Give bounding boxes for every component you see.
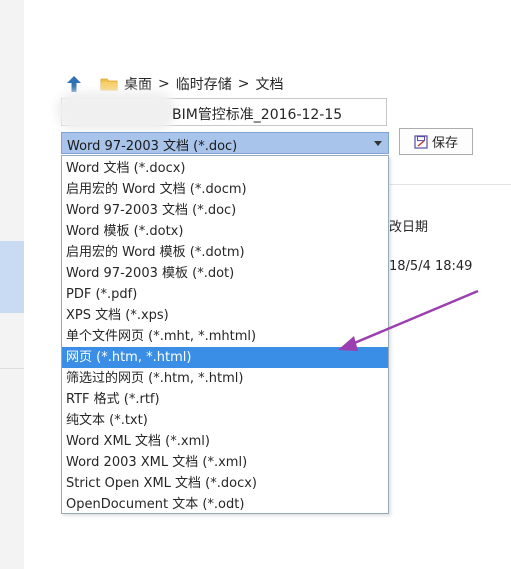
save-icon [414,134,428,149]
file-type-select[interactable]: Word 97-2003 文档 (*.doc) [61,132,389,154]
file-type-option-filtered-html[interactable]: 筛选过的网页 (*.htm, *.html) [62,368,388,389]
file-type-selected-value: Word 97-2003 文档 (*.doc) [67,139,238,154]
file-type-option-word-xml[interactable]: Word XML 文档 (*.xml) [62,431,388,452]
file-modified-date: 18/5/4 18:49 [389,259,473,274]
file-type-option-word2003-xml[interactable]: Word 2003 XML 文档 (*.xml) [62,452,388,473]
file-type-option-mhtml[interactable]: 单个文件网页 (*.mht, *.mhtml) [62,326,388,347]
breadcrumb-item-documents[interactable]: 文档 [255,74,283,94]
breadcrumb-item-temp-storage[interactable]: 临时存储 [176,74,232,94]
folder-icon [100,78,118,91]
file-type-option-strict-docx[interactable]: Strict Open XML 文档 (*.docx) [62,473,388,494]
file-type-option-html[interactable]: 网页 (*.htm, *.html) [62,347,388,368]
filename-redaction [56,91,176,131]
file-type-option-pdf[interactable]: PDF (*.pdf) [62,284,388,305]
file-type-option-xps[interactable]: XPS 文档 (*.xps) [62,305,388,326]
file-type-option-rtf[interactable]: RTF 格式 (*.rtf) [62,389,388,410]
breadcrumb-separator: > [237,76,250,92]
file-list-divider [390,184,511,185]
filename-input[interactable]: BIM管控标准_2016-12-15 [56,91,387,131]
file-type-option-doc[interactable]: Word 97-2003 文档 (*.doc) [62,200,388,221]
file-type-option-docx[interactable]: Word 文档 (*.docx) [62,158,388,179]
filename-value: BIM管控标准_2016-12-15 [172,107,343,123]
navigation-selected-item[interactable] [0,241,24,313]
file-type-option-txt[interactable]: 纯文本 (*.txt) [62,410,388,431]
navigation-divider [0,368,24,369]
column-header-modified-date[interactable]: 改日期 [389,216,428,235]
file-type-option-odt[interactable]: OpenDocument 文本 (*.odt) [62,494,388,515]
file-type-option-dot[interactable]: Word 97-2003 模板 (*.dot) [62,263,388,284]
save-button[interactable]: 保存 [399,128,473,155]
file-type-dropdown-list: Word 文档 (*.docx) 启用宏的 Word 文档 (*.docm) W… [61,155,389,514]
file-type-option-docm[interactable]: 启用宏的 Word 文档 (*.docm) [62,179,388,200]
breadcrumb-separator: > [158,76,170,92]
save-button-label: 保存 [431,136,458,151]
file-type-option-dotx[interactable]: Word 模板 (*.dotx) [62,221,388,242]
dropdown-caret-icon [374,141,382,146]
file-type-option-dotm[interactable]: 启用宏的 Word 模板 (*.dotm) [62,242,388,263]
